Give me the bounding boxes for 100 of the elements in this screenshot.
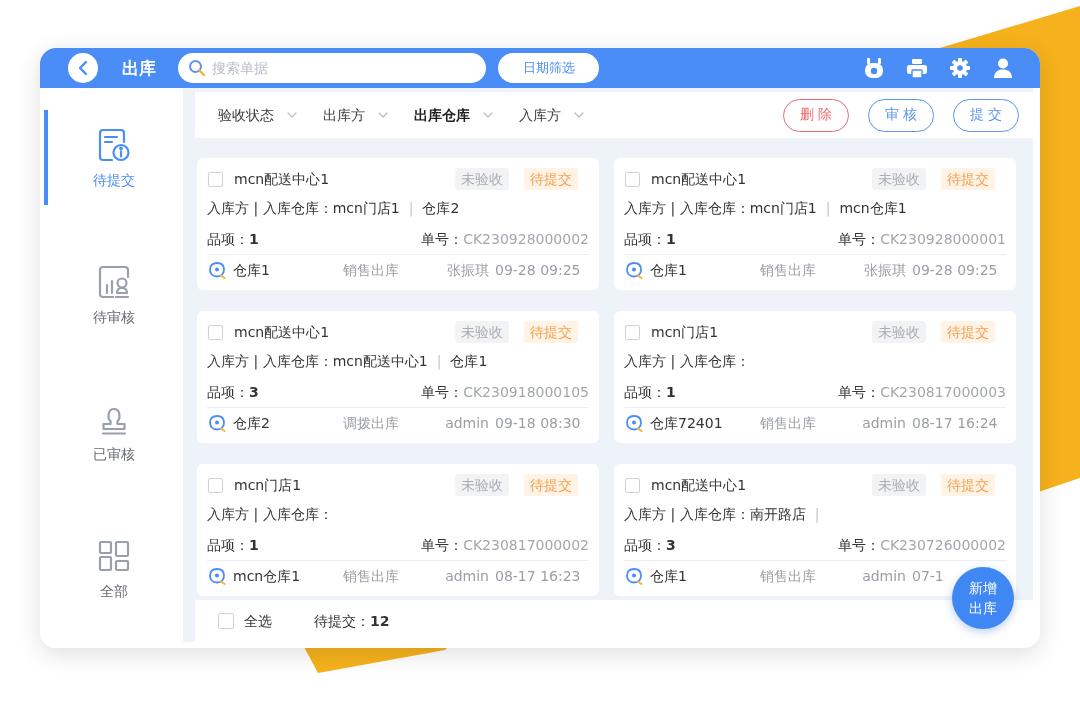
route-text: 入库方 | 入库仓库：mcn门店1 | mcn仓库1 (624, 199, 907, 217)
filter-dropdown[interactable]: 入库方 (519, 106, 584, 124)
order-number-label: 单号： (421, 383, 464, 401)
circle-dot-icon (625, 413, 643, 432)
route-text: 入库方 | 入库仓库： (207, 505, 333, 523)
pending-count: 待提交：12 (314, 612, 390, 630)
order-card[interactable]: mcn配送中心1 未验收 待提交 入库方 | 入库仓库：mcn门店1 | 仓库2 品项：1 单号：CK230928000002 仓库1 销售出库 张振琪 09-28 09:25 (197, 158, 599, 290)
page-title: 出库 (122, 58, 156, 78)
sidebar-item[interactable]: 已审核 (44, 384, 183, 479)
status-tag: 未验收 (455, 168, 509, 190)
status-tag: 未验收 (872, 168, 926, 190)
order-number: CK230817000003 (880, 383, 1006, 401)
circle-dot-icon (625, 566, 643, 585)
order-number-label: 单号： (838, 230, 881, 248)
order-number: CK230918000105 (463, 383, 589, 401)
order-number-label: 单号： (421, 230, 464, 248)
order-time: 09-28 09:25 (495, 261, 581, 278)
circle-dot-icon (208, 566, 226, 585)
filter-dropdown[interactable]: 出库仓库 (414, 106, 493, 124)
order-number-label: 单号： (421, 536, 464, 554)
item-count: 品项：3 (624, 536, 676, 554)
robot-icon[interactable] (863, 57, 885, 79)
item-count: 品项：1 (207, 536, 259, 554)
order-type: 销售出库 (760, 261, 816, 278)
settings-icon[interactable] (949, 57, 971, 79)
order-type: 销售出库 (760, 567, 816, 584)
status-tag: 待提交 (941, 474, 995, 496)
item-count: 品项：1 (624, 230, 676, 248)
checkbox[interactable] (218, 613, 234, 629)
route-text: 入库方 | 入库仓库：mcn配送中心1 | 仓库1 (207, 352, 488, 370)
chevron-down-icon (287, 112, 297, 118)
search-field[interactable]: 搜索单据 (178, 53, 486, 83)
warehouse-name: 仓库1 (650, 261, 687, 278)
printer-icon[interactable] (906, 57, 928, 79)
order-card[interactable]: mcn配送中心1 未验收 待提交 入库方 | 入库仓库：mcn配送中心1 | 仓库1 品项：3 单号：CK230918000105 仓库2 调拨出库 admin 09-18 08:30 (197, 311, 599, 443)
item-count: 品项：3 (207, 383, 259, 401)
status-tag: 待提交 (524, 474, 578, 496)
order-time: 09-18 08:30 (495, 414, 581, 431)
operator-name: 张振琪 (447, 261, 489, 278)
chevron-down-icon (483, 112, 493, 118)
filter-dropdown[interactable]: 出库方 (323, 106, 388, 124)
order-source: mcn配送中心1 (651, 170, 747, 188)
chevron-down-icon (378, 112, 388, 118)
user-icon[interactable] (992, 57, 1014, 79)
operator-name: admin (445, 414, 489, 431)
order-card[interactable]: mcn配送中心1 未验收 待提交 入库方 | 入库仓库：mcn门店1 | mcn仓库1 品项：1 单号：CK230928000001 仓库1 销售出库 张振琪 09-28 09:25 (614, 158, 1016, 290)
circle-dot-icon (208, 260, 226, 279)
order-type: 销售出库 (343, 567, 399, 584)
route-text: 入库方 | 入库仓库： (624, 352, 750, 370)
status-tag: 待提交 (524, 321, 578, 343)
circle-dot-icon (208, 413, 226, 432)
item-count: 品项：1 (207, 230, 259, 248)
order-time: 08-17 16:24 (912, 414, 998, 431)
status-tag: 未验收 (455, 321, 509, 343)
order-number: CK230817000002 (463, 536, 589, 554)
warehouse-name: 仓库1 (233, 261, 270, 278)
warehouse-name: 仓库72401 (650, 414, 723, 431)
back-button[interactable] (68, 53, 98, 83)
order-source: mcn配送中心1 (234, 170, 330, 188)
warehouse-name: 仓库1 (650, 567, 687, 584)
select-all-label[interactable]: 全选 (244, 612, 272, 630)
filter-dropdown[interactable]: 验收状态 (218, 106, 297, 124)
order-time: 07-1 (912, 567, 944, 584)
order-number-label: 单号： (838, 536, 881, 554)
checkbox[interactable] (625, 324, 640, 340)
order-type: 销售出库 (343, 261, 399, 278)
search-icon (188, 59, 206, 77)
status-tag: 待提交 (941, 168, 995, 190)
order-source: mcn配送中心1 (234, 323, 330, 341)
route-text: 入库方 | 入库仓库：mcn门店1 | 仓库2 (207, 199, 460, 217)
order-source: mcn门店1 (234, 476, 302, 494)
sidebar-item[interactable]: 全部 (44, 521, 183, 616)
order-type: 销售出库 (760, 414, 816, 431)
sidebar-item[interactable]: 待审核 (44, 247, 183, 342)
order-number-label: 单号： (838, 383, 881, 401)
order-card[interactable]: mcn门店1 未验收 待提交 入库方 | 入库仓库： 品项：1 单号：CK230817000002 mcn仓库1 销售出库 admin 08-17 16:23 (197, 464, 599, 596)
status-tag: 未验收 (455, 474, 509, 496)
order-number: CK230928000002 (463, 230, 589, 248)
checkbox[interactable] (208, 171, 223, 187)
order-card[interactable]: mcn门店1 未验收 待提交 入库方 | 入库仓库： 品项：1 单号：CK230817000003 仓库72401 销售出库 admin 08-17 16:24 (614, 311, 1016, 443)
operator-name: admin (445, 567, 489, 584)
operator-name: admin (862, 414, 906, 431)
item-count: 品项：1 (624, 383, 676, 401)
order-source: mcn配送中心1 (651, 476, 747, 494)
status-tag: 未验收 (872, 321, 926, 343)
checkbox[interactable] (208, 477, 223, 493)
order-time: 09-28 09:25 (912, 261, 998, 278)
order-number: CK230726000002 (880, 536, 1006, 554)
order-type: 调拨出库 (343, 414, 399, 431)
order-number: CK230928000001 (880, 230, 1006, 248)
checkbox[interactable] (625, 477, 640, 493)
checkbox[interactable] (208, 324, 223, 340)
chevron-down-icon (574, 112, 584, 118)
order-source: mcn门店1 (651, 323, 719, 341)
warehouse-name: 仓库2 (233, 414, 270, 431)
operator-name: 张振琪 (864, 261, 906, 278)
checkbox[interactable] (625, 171, 640, 187)
route-text: 入库方 | 入库仓库：南开路店 | (624, 505, 821, 523)
warehouse-name: mcn仓库1 (233, 567, 301, 584)
operator-name: admin (862, 567, 906, 584)
